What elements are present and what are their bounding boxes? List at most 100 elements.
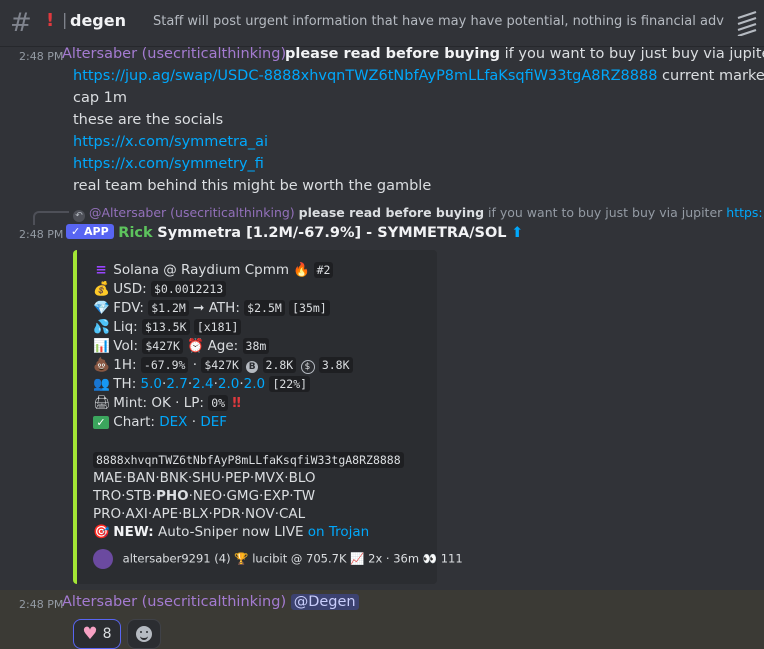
links-row-2: TRO·STB·PHO·NEO·GMG·EXP·TW: [93, 488, 316, 504]
th-link[interactable]: 2.7: [166, 376, 187, 392]
new-label: NEW:: [113, 524, 154, 540]
vol-value: $427K: [142, 338, 183, 354]
gem-icon: 💎: [93, 300, 110, 316]
trade-link[interactable]: CAL: [279, 506, 305, 522]
arrow-icon: ➞: [193, 300, 205, 316]
ath-value: $2.5M: [244, 300, 285, 316]
trojan-link[interactable]: on Trojan: [308, 524, 369, 540]
trade-link[interactable]: EXP: [263, 488, 289, 504]
th-link[interactable]: 2.0: [218, 376, 239, 392]
footer-stats: 2x · 36m: [368, 551, 420, 566]
new-row: 🎯 NEW: Auto-Sniper now LIVE on Trojan: [93, 524, 369, 540]
trade-link[interactable]: APE: [152, 506, 178, 522]
trade-link[interactable]: PEP: [225, 470, 250, 486]
chart-up-icon: 📈: [350, 551, 365, 566]
fire-icon: 🔥: [293, 262, 311, 278]
embed-footer: altersaber9291 (4) 🏆 lucibit @ 705.7K 📈 …: [93, 549, 463, 569]
chart-check-icon: ✓: [93, 416, 109, 429]
trade-link[interactable]: BAN: [127, 470, 156, 486]
chart-row: ✓ Chart: DEX · DEF: [93, 414, 227, 430]
token-address[interactable]: 8888xhvqnTWZ6tNbfAyP8mLLfaKsqfiW33tgA8RZ…: [93, 452, 404, 468]
message-line-2: https://jup.ag/swap/USDC-8888xhvqnTWZ6tN…: [73, 68, 764, 84]
message-text: cap 1m: [73, 90, 128, 106]
target-icon: 🎯: [93, 524, 110, 540]
printer-icon: 🖨: [93, 395, 111, 411]
ath-age: [35m]: [289, 300, 330, 316]
add-reaction-button[interactable]: [127, 619, 161, 649]
h1-row: 💩 1H: -67.9% · $427K B 2.8K $ 3.8K: [93, 357, 353, 374]
liq-value: $13.5K: [141, 319, 190, 335]
fdv-row: 💎 FDV: $1.2M ➞ ATH: $2.5M [35m]: [93, 300, 330, 316]
channel-topic[interactable]: Staff will post urgent information that …: [153, 14, 725, 29]
footer-user: altersaber9291 (4): [122, 551, 231, 566]
holders-icon: 👥: [93, 376, 110, 392]
def-link[interactable]: DEF: [200, 414, 227, 430]
jupiter-link[interactable]: https://jup.ag/swap/USDC-8888xhvqnTWZ6tN…: [73, 68, 657, 84]
trade-link[interactable]: NEO: [193, 488, 222, 504]
trade-link[interactable]: NOV: [245, 506, 275, 522]
message-text: if you want to buy just buy via jupiter: [500, 46, 764, 62]
up-arrow-icon: ⬆: [511, 225, 524, 241]
th-link[interactable]: 2.0: [244, 376, 265, 392]
trade-link[interactable]: PHO: [156, 488, 189, 504]
reply-bold: please read before buying: [298, 205, 485, 220]
age-value: 38m: [242, 338, 270, 354]
trade-link[interactable]: MAE: [93, 470, 122, 486]
usd-row: 💰 USD: $0.0012213: [93, 281, 227, 297]
trade-link[interactable]: PDR: [213, 506, 241, 522]
trade-link[interactable]: PRO: [93, 506, 121, 522]
role-mention[interactable]: @Degen: [290, 594, 359, 610]
channel-header: # ! | degen Staff will post urgent infor…: [0, 0, 764, 47]
trade-link[interactable]: AXI: [125, 506, 147, 522]
reply-connector: [33, 211, 69, 225]
trophy-icon: 🏆: [234, 551, 249, 566]
message-text: these are the socials: [73, 112, 224, 128]
chart-icon: 📊: [93, 338, 110, 354]
author-name[interactable]: Altersaber (usecriticalthinking): [62, 46, 286, 62]
social-link[interactable]: https://x.com/symmetry_fi: [73, 156, 264, 172]
reply-icon: ↶: [73, 210, 85, 222]
token-embed: ≡ Solana @ Raydium Cpmm 🔥 #2 💰 USD: $0.0…: [73, 250, 463, 584]
author-name[interactable]: Rick: [118, 225, 152, 241]
th-label: TH:: [113, 376, 137, 392]
reply-text: if you want to buy just buy via jupiter: [484, 205, 727, 220]
trade-link[interactable]: TRO: [93, 488, 121, 504]
dex-link[interactable]: DEX: [159, 414, 187, 430]
th-link[interactable]: 2.4: [192, 376, 213, 392]
ath-label: ATH:: [208, 300, 240, 316]
timestamp: 2:48 PM: [19, 228, 64, 241]
chart-label: Chart:: [113, 414, 155, 430]
reply-author[interactable]: @Altersaber (usecriticalthinking): [89, 205, 295, 220]
heart-icon: ♥: [82, 624, 98, 644]
links-row-1: MAE·BAN·BNK·SHU·PEP·MVX·BLO: [93, 470, 316, 486]
trade-link[interactable]: STB: [126, 488, 152, 504]
h1-buys: 2.8K: [262, 357, 297, 373]
author-name[interactable]: Altersaber (usecriticalthinking): [62, 594, 286, 610]
h1-change: -67.9%: [140, 357, 189, 373]
reply-link[interactable]: https://ju...: [726, 205, 763, 220]
alert-icon: !: [46, 10, 55, 31]
divider: |: [62, 10, 68, 29]
threads-icon[interactable]: [736, 10, 758, 36]
app-badge: ✓ APP: [66, 224, 114, 239]
social-link[interactable]: https://x.com/symmetra_ai: [73, 134, 268, 150]
trade-link[interactable]: SHU: [192, 470, 221, 486]
th-link[interactable]: 5.0: [141, 376, 162, 392]
mint-row: 🖨 Mint: OK · LP: 0% ‼: [93, 395, 241, 411]
sell-icon: $: [300, 360, 315, 374]
trade-link[interactable]: MVX: [254, 470, 284, 486]
trade-link[interactable]: BLX: [182, 506, 208, 522]
usd-value: $0.0012213: [151, 281, 227, 297]
reply-preview[interactable]: ↶ @Altersaber (usecriticalthinking) plea…: [73, 205, 763, 222]
pair-row: ≡ Solana @ Raydium Cpmm 🔥 #2: [93, 262, 334, 278]
message-heading: please read before buying if you want to…: [285, 46, 764, 62]
links-row-3: PRO·AXI·APE·BLX·PDR·NOV·CAL: [93, 506, 306, 522]
reaction-heart[interactable]: ♥ 8: [73, 619, 121, 649]
trade-link[interactable]: GMG: [226, 488, 259, 504]
lp-value: 0%: [208, 395, 229, 411]
trade-link[interactable]: TW: [294, 488, 316, 504]
trade-link[interactable]: BLO: [289, 470, 316, 486]
trade-link[interactable]: BNK: [160, 470, 188, 486]
reaction-count: 8: [102, 626, 112, 642]
footer-views: 111: [440, 551, 463, 566]
